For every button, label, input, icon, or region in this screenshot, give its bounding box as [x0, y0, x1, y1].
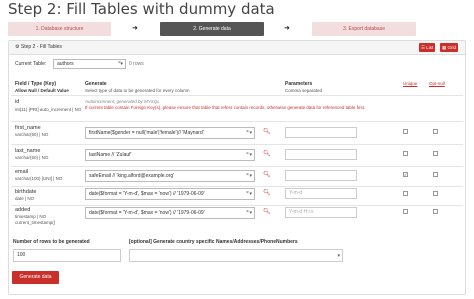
rows-count-input[interactable]: 100: [13, 249, 121, 262]
generator-value: lastName // 'Zulauf': [89, 152, 132, 158]
row-count: 0 rows: [129, 61, 144, 67]
generator-select[interactable]: date($format = 'Y-m-d', $max = 'now') //…: [85, 207, 255, 219]
unique-checkbox[interactable]: [403, 129, 408, 134]
search-icon[interactable]: 🔍︎: [263, 150, 271, 157]
generator-value: firstName($gender = null('male'|'female'…: [89, 130, 204, 136]
field-type: date | NO: [15, 196, 35, 201]
table-select[interactable]: authors ▾: [53, 59, 126, 69]
search-icon[interactable]: 🔍︎: [263, 171, 271, 178]
col-field-type: Field / Type (Key): [15, 81, 57, 87]
col-optnull: Opt-null: [429, 81, 445, 86]
generator-select[interactable]: lastName // 'Zulauf' ▾: [85, 149, 255, 161]
panel-title-text: Step 2 - Fill Tables: [20, 44, 62, 50]
divider: [11, 166, 463, 167]
arrow-right-icon: ➜: [132, 25, 138, 32]
field-name: id: [15, 99, 20, 105]
close-icon[interactable]: ×: [118, 60, 121, 66]
generator-value: date($format = 'Y-m-d', $max = 'now') //…: [89, 210, 205, 216]
search-icon[interactable]: 🔍︎: [263, 128, 271, 135]
col-generate: Generate: [85, 81, 107, 87]
optnull-checkbox[interactable]: [433, 191, 438, 196]
divider: [11, 205, 463, 206]
field-name: added: [15, 207, 31, 213]
field-name: first_name: [15, 125, 41, 131]
panel-title: ⚙ Step 2 - Fill Tables: [15, 44, 62, 50]
field-name: birthdate: [15, 189, 37, 195]
parameter-input[interactable]: [285, 149, 357, 160]
field-type: varchar(50) | NO: [15, 155, 49, 160]
unique-checkbox[interactable]: [403, 191, 408, 196]
optnull-checkbox[interactable]: [433, 129, 438, 134]
panel-header: ⚙ Step 2 - Fill Tables ☰ List ▦ Grid: [9, 41, 465, 55]
generator-value: safeEmail // 'king.alford@example.org': [89, 173, 175, 179]
chevron-down-icon: ▾: [249, 210, 252, 216]
arrow-right-icon: ➜: [284, 25, 290, 32]
step-export-database[interactable]: 3. Export database: [312, 22, 416, 36]
list-button-label: List: [426, 45, 434, 50]
search-icon[interactable]: 🔍︎: [263, 189, 271, 196]
close-icon[interactable]: ×: [246, 172, 249, 178]
generator-select[interactable]: firstName($gender = null('male'|'female'…: [85, 127, 255, 139]
close-icon[interactable]: ×: [246, 209, 249, 215]
country-select[interactable]: ▾: [129, 249, 343, 262]
col-parameters: Parameters: [285, 81, 313, 87]
chevron-down-icon: ▾: [249, 130, 252, 136]
field-default: current_timestamp(): [15, 220, 56, 225]
col-field-type-sub: Allow Null / Default Value: [15, 88, 69, 93]
parameter-input[interactable]: Y-m-d: [285, 188, 357, 199]
list-view-button[interactable]: ☰ List: [419, 43, 436, 52]
optnull-checkbox[interactable]: [433, 172, 438, 177]
divider: [11, 95, 463, 96]
field-type: varchar(50) | NO: [15, 132, 49, 137]
step-database-structure[interactable]: 1. Database structure: [8, 22, 111, 36]
field-type: int(11) [PRI] auto_increment | NO: [15, 107, 81, 112]
col-parameters-sub: Comma separated: [285, 88, 323, 93]
page-title: Step 2: Fill Tables with dummy data: [8, 0, 275, 18]
wizard-steps: 1. Database structure ➜ 2. Generate data…: [8, 22, 466, 36]
optnull-checkbox[interactable]: [433, 209, 438, 214]
fill-tables-panel: ⚙ Step 2 - Fill Tables ☰ List ▦ Grid Cur…: [8, 40, 466, 295]
unique-checkbox[interactable]: [403, 151, 408, 156]
close-icon[interactable]: ×: [246, 190, 249, 196]
generator-select[interactable]: safeEmail // 'king.alford@example.org' ▾: [85, 170, 255, 182]
field-null: | NO: [72, 107, 82, 112]
generate-data-button[interactable]: Generate data: [12, 271, 59, 284]
close-icon[interactable]: ×: [246, 129, 249, 135]
parameter-input[interactable]: [285, 127, 357, 138]
grid-button-label: Grid: [447, 45, 457, 50]
rows-count-label: Number of rows to be generated: [13, 239, 90, 245]
unique-checkbox-checked[interactable]: ✓: [403, 172, 408, 177]
foreign-key-warning: If current table contain Foreign Key(s),…: [85, 105, 366, 110]
divider: [11, 186, 463, 187]
chevron-down-icon: ▾: [249, 191, 252, 197]
divider: [11, 144, 463, 145]
step-generate-data[interactable]: 2. Generate data: [160, 22, 264, 36]
parameter-input[interactable]: Y-m-d H:i:s: [285, 207, 357, 218]
field-name: email: [15, 169, 29, 175]
unique-checkbox[interactable]: [403, 209, 408, 214]
generator-select[interactable]: date($format = 'Y-m-d', $max = 'now') //…: [85, 188, 255, 200]
current-table-label: Current Table:: [15, 61, 47, 67]
generator-value: date($format = 'Y-m-d', $max = 'now') //…: [89, 191, 205, 197]
chevron-down-icon: ▾: [249, 173, 252, 179]
search-icon[interactable]: 🔍︎: [263, 208, 271, 215]
col-unique: Unique: [403, 81, 418, 86]
grid-view-button[interactable]: ▦ Grid: [440, 43, 459, 52]
optnull-checkbox[interactable]: [433, 151, 438, 156]
field-type: timestamp | NO: [15, 214, 47, 219]
field-name: last_name: [15, 148, 41, 154]
divider: [11, 121, 463, 122]
field-type-text: int(11) [PRI] auto_increment: [15, 107, 71, 112]
autoincrement-note: Autoincrement, generated by MYSQL: [85, 99, 160, 104]
field-type: varchar(100) [UNI] | NO: [15, 176, 63, 181]
chevron-down-icon: ▾: [337, 253, 340, 259]
table-select-value: authors: [57, 61, 74, 67]
col-generate-sub: Select type of data to be generated for …: [85, 88, 190, 93]
close-icon[interactable]: ×: [246, 151, 249, 157]
chevron-down-icon: ▾: [249, 152, 252, 158]
parameter-input[interactable]: [285, 170, 357, 181]
country-label: [optional] Generate country specific Nam…: [129, 239, 298, 245]
